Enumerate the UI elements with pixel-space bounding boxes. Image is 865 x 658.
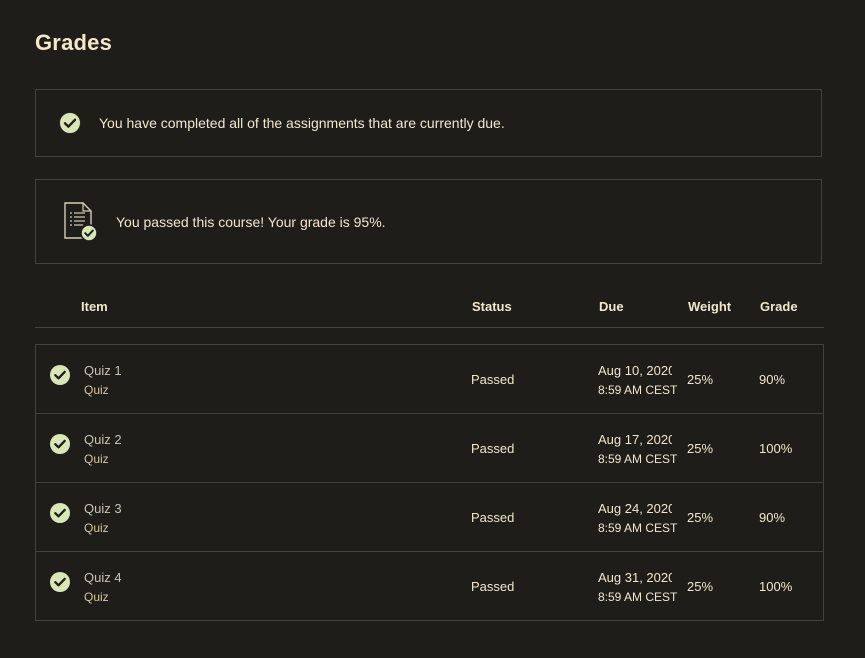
status-cell: Passed	[471, 372, 515, 387]
item-type: Quiz	[84, 452, 109, 466]
assignments-complete-banner: You have completed all of the assignment…	[35, 89, 822, 157]
document-check-icon	[62, 200, 100, 244]
grade-cell: 100%	[759, 579, 793, 594]
grade-cell: 100%	[759, 441, 793, 456]
due-time: 8:59 AM CEST	[598, 383, 678, 397]
item-name-link[interactable]: Quiz 3	[84, 501, 122, 516]
item-name-link[interactable]: Quiz 1	[84, 363, 122, 378]
table-row[interactable]: Quiz 3 Quiz Passed Aug 24, 2020 8:59 AM …	[36, 482, 823, 551]
course-passed-banner: You passed this course! Your grade is 95…	[35, 179, 822, 264]
item-type: Quiz	[84, 590, 109, 604]
check-circle-icon	[49, 433, 71, 455]
status-cell: Passed	[471, 510, 515, 525]
due-date: Aug 17, 2020	[598, 432, 672, 447]
course-passed-text: You passed this course! Your grade is 95…	[116, 213, 386, 230]
table-row[interactable]: Quiz 2 Quiz Passed Aug 17, 2020 8:59 AM …	[36, 413, 823, 482]
weight-cell: 25%	[687, 441, 714, 456]
grade-cell: 90%	[759, 372, 786, 387]
page-title: Grades	[35, 30, 113, 55]
status-cell: Passed	[471, 579, 515, 594]
column-header-due: Due	[599, 299, 624, 314]
item-name-link[interactable]: Quiz 2	[84, 432, 122, 447]
status-cell: Passed	[471, 441, 515, 456]
grades-table-header: Item Status Due Weight Grade	[35, 290, 824, 328]
check-circle-icon	[58, 111, 82, 135]
table-row[interactable]: Quiz 4 Quiz Passed Aug 31, 2020 8:59 AM …	[36, 551, 823, 620]
grades-table: Quiz 1 Quiz Passed Aug 10, 2020 8:59 AM …	[35, 344, 824, 621]
due-date: Aug 31, 2020	[598, 570, 672, 585]
due-time: 8:59 AM CEST	[598, 590, 678, 604]
column-header-status: Status	[472, 299, 512, 314]
column-header-weight: Weight	[688, 299, 732, 314]
column-header-item: Item	[81, 299, 108, 314]
check-circle-icon	[49, 571, 71, 593]
item-type: Quiz	[84, 521, 109, 535]
check-circle-icon	[49, 502, 71, 524]
weight-cell: 25%	[687, 372, 714, 387]
weight-cell: 25%	[687, 510, 714, 525]
table-row[interactable]: Quiz 1 Quiz Passed Aug 10, 2020 8:59 AM …	[36, 345, 823, 413]
grade-cell: 90%	[759, 510, 786, 525]
due-date: Aug 10, 2020	[598, 363, 672, 378]
check-circle-icon	[49, 364, 71, 386]
item-type: Quiz	[84, 383, 109, 397]
assignments-complete-text: You have completed all of the assignment…	[99, 115, 505, 131]
due-date: Aug 24, 2020	[598, 501, 672, 516]
due-time: 8:59 AM CEST	[598, 452, 678, 466]
due-time: 8:59 AM CEST	[598, 521, 678, 535]
weight-cell: 25%	[687, 579, 714, 594]
item-name-link[interactable]: Quiz 4	[84, 570, 122, 585]
column-header-grade: Grade	[760, 299, 798, 314]
